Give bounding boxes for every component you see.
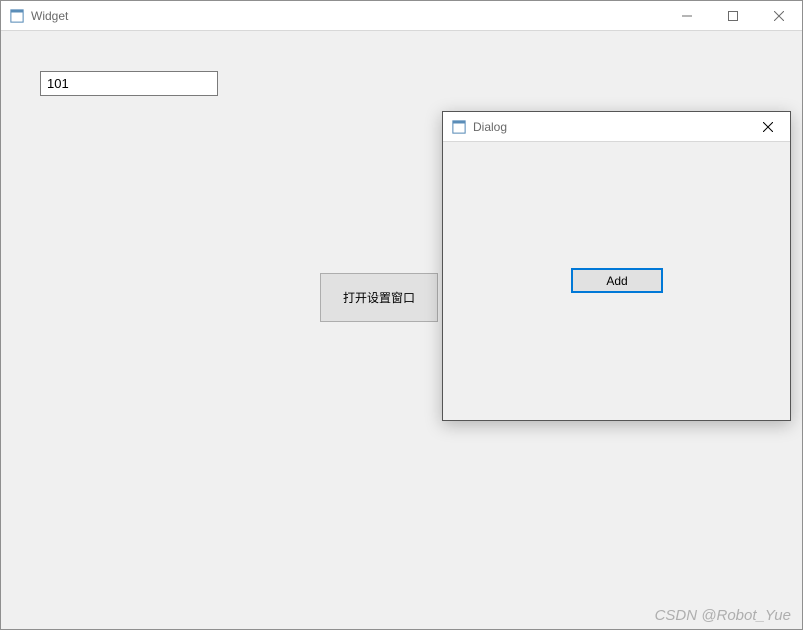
open-settings-button-label: 打开设置窗口 [343, 289, 415, 306]
main-window-title: Widget [31, 9, 68, 23]
main-titlebar: Widget [1, 1, 802, 31]
main-window-controls [664, 1, 802, 31]
app-icon [9, 8, 25, 24]
close-button[interactable] [746, 112, 790, 142]
dialog-titlebar: Dialog [443, 112, 790, 142]
value-input[interactable] [40, 71, 218, 96]
dialog-window: Dialog Add [442, 111, 791, 421]
app-icon [451, 119, 467, 135]
close-button[interactable] [756, 1, 802, 31]
dialog-client-area: Add [443, 142, 790, 420]
add-button[interactable]: Add [572, 269, 662, 292]
open-settings-button[interactable]: 打开设置窗口 [320, 273, 438, 322]
dialog-title: Dialog [473, 120, 507, 134]
maximize-button[interactable] [710, 1, 756, 31]
minimize-button[interactable] [664, 1, 710, 31]
dialog-window-controls [746, 112, 790, 142]
add-button-label: Add [606, 274, 627, 288]
